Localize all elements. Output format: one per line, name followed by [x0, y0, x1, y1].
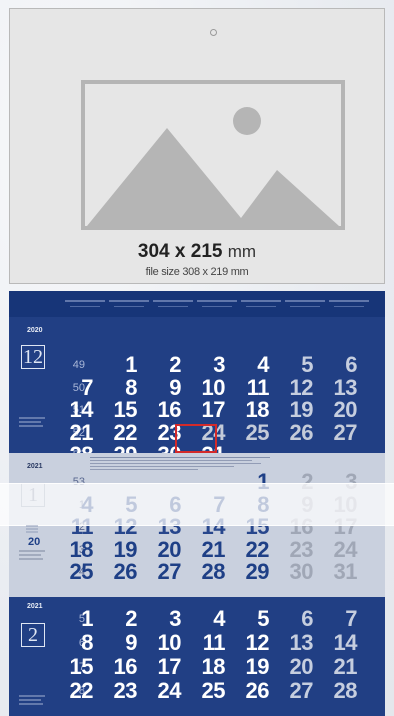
- day-cell[interactable]: 5: [235, 606, 269, 632]
- day-cell[interactable]: 26: [235, 678, 270, 704]
- day-cell[interactable]: 13: [279, 630, 314, 656]
- day-cell[interactable]: 17: [147, 654, 182, 680]
- day-cell[interactable]: 29: [235, 559, 270, 585]
- day-cell[interactable]: 23: [103, 678, 138, 704]
- image-placeholder-icon: [81, 80, 345, 230]
- size-unit: mm: [227, 242, 257, 261]
- week-number: 49: [72, 359, 85, 371]
- file-size-label: file size 308 x 219 mm: [145, 266, 249, 278]
- day-cell[interactable]: 9: [103, 630, 137, 656]
- day-cell[interactable]: 27: [147, 559, 182, 585]
- day-cell[interactable]: 16: [103, 654, 138, 680]
- week-row: 6 8 9 10 11 12 13 14: [9, 630, 385, 656]
- day-cell[interactable]: 20: [279, 654, 314, 680]
- hanging-hole-icon: [210, 29, 217, 36]
- week-row: 51 14 15 16 17 18 19 20: [9, 397, 385, 422]
- image-placeholder-board: 304 x 215 mm file size 308 x 219 mm: [9, 8, 385, 284]
- day-cell[interactable]: 25: [191, 678, 226, 704]
- day-cell[interactable]: 25: [59, 559, 94, 585]
- day-cell[interactable]: 3: [147, 606, 181, 632]
- day-cell[interactable]: 19: [235, 654, 270, 680]
- day-cell[interactable]: 15: [59, 654, 94, 680]
- month-section-2: 2021 2 5 1 2 3 4 5 6 7 6 8 9 10 11 12 13 14 7 15 16 17 18 19 20 2…: [9, 597, 385, 716]
- day-cell[interactable]: 24: [147, 678, 182, 704]
- slider-handle-icon[interactable]: [25, 524, 39, 534]
- day-cell[interactable]: 14: [323, 630, 358, 656]
- week-row: 49 1 2 3 4 5 6: [9, 352, 385, 377]
- week-row: 4 25 26 27 28 29 30 31: [9, 559, 385, 585]
- day-cell[interactable]: 1: [59, 606, 93, 632]
- day-cell[interactable]: 11: [191, 630, 226, 656]
- day-cell[interactable]: 28: [323, 678, 358, 704]
- day-cell[interactable]: 31: [323, 559, 358, 585]
- week-row: 50 7 8 9 10 11 12 13: [9, 375, 385, 400]
- week-row: 8 22 23 24 25 26 27 28: [9, 678, 385, 704]
- day-cell[interactable]: 21: [323, 654, 358, 680]
- year-label: 2021: [27, 463, 43, 470]
- day-cell[interactable]: 2: [103, 606, 137, 632]
- slider-day-label: 20: [28, 536, 41, 548]
- day-cell[interactable]: 26: [279, 420, 314, 446]
- day-cell[interactable]: 27: [323, 420, 358, 446]
- day-cell[interactable]: 18: [191, 654, 226, 680]
- day-cell[interactable]: 22: [59, 678, 94, 704]
- day-cell[interactable]: 12: [235, 630, 270, 656]
- date-slider-bar[interactable]: [0, 483, 394, 526]
- day-cell[interactable]: 8: [59, 630, 93, 656]
- calendar-preview: 304 x 215 mm file size 308 x 219 mm 2020…: [0, 0, 394, 716]
- day-cell[interactable]: 7: [323, 606, 357, 632]
- weekday-header: [9, 291, 385, 317]
- day-cell[interactable]: 30: [279, 559, 314, 585]
- day-cell[interactable]: 4: [191, 606, 225, 632]
- day-cell[interactable]: 25: [235, 420, 270, 446]
- day-cell[interactable]: 6: [279, 606, 313, 632]
- day-cell[interactable]: 10: [147, 630, 182, 656]
- current-day-highlight[interactable]: [175, 424, 217, 453]
- placeholder-size-label: 304 x 215 mm: [10, 241, 384, 263]
- day-cell[interactable]: 28: [191, 559, 226, 585]
- week-row: 3 18 19 20 21 22 23 24: [9, 537, 385, 562]
- size-value: 304 x 215: [137, 241, 223, 262]
- day-cell[interactable]: 26: [103, 559, 138, 585]
- week-row: 7 15 16 17 18 19 20 21: [9, 654, 385, 680]
- week-row: 51234567: [9, 606, 385, 632]
- year-label: 2020: [27, 327, 43, 334]
- day-cell[interactable]: 27: [279, 678, 314, 704]
